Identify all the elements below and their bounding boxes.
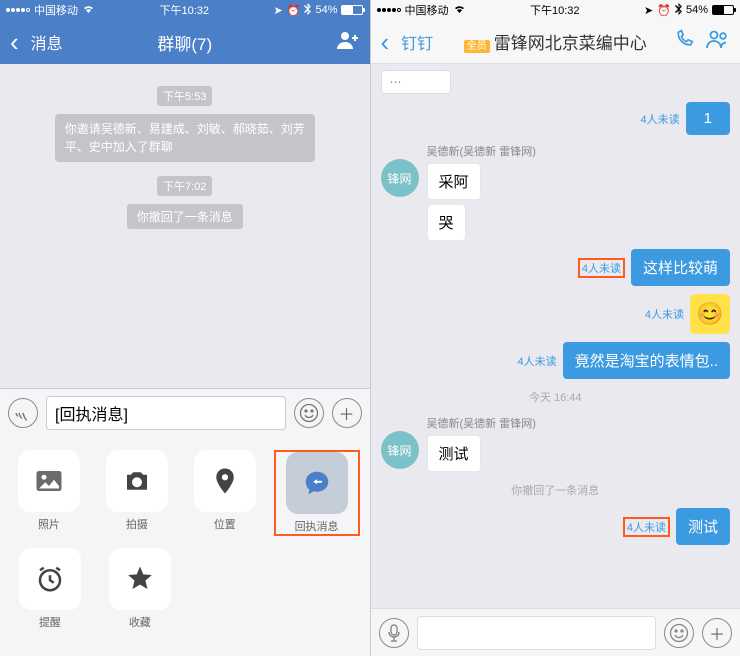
out-message[interactable]: 1 [686,102,730,135]
attach-photo[interactable]: 照片 [10,450,88,536]
out-message[interactable]: 测试 [676,508,730,545]
voice-input-button[interactable] [8,398,38,428]
back-button[interactable]: ‹ 钉钉 [381,29,441,55]
signal-dots-icon [6,8,30,12]
avatar[interactable]: 锋网 [381,159,419,197]
status-bar: 中国移动 下午10:32 ➤ ⏰ 54% [371,0,740,20]
nav-bar: ‹ 消息 群聊(7) [0,20,370,64]
timestamp: 下午7:02 [157,176,212,196]
location-pin-icon [210,466,240,496]
battery-pct-label: 54% [686,4,708,16]
attachment-panel: 照片 拍摄 位置 回执消息 提醒 收藏 . [0,436,370,656]
nav-bar: ‹ 钉钉 全员雷锋网北京菜编中心 [371,20,740,64]
sender-name: 吴德新(吴德新 雷锋网) [427,415,536,431]
signal-dots-icon [377,8,401,12]
attach-reminder[interactable]: 提醒 [10,548,90,630]
attach-receipt[interactable]: 回执消息 [274,450,360,536]
carrier-label: 中国移动 [34,2,78,18]
bluetooth-icon [675,3,682,18]
sender-name: 吴德新(吴德新 雷锋网) [427,143,536,159]
attach-button[interactable]: ＋ [702,618,732,648]
timestamp: 今天 16:44 [381,389,731,405]
sticker[interactable]: 😊 [690,294,730,334]
recall-message: 你撤回了一条消息 [381,482,731,498]
alarm-icon: ⏰ [287,4,301,17]
chat-title: 群聊(7) [157,30,212,55]
unread-label[interactable]: 4人未读 [645,306,684,322]
wifi-icon [453,4,466,17]
attach-camera[interactable]: 拍摄 [98,450,176,536]
wifi-icon [82,4,95,17]
star-icon [125,564,155,594]
battery-pct-label: 54% [315,4,337,16]
photo-icon [34,466,64,496]
clock-label: 下午10:32 [160,2,210,18]
chat-title: 全员雷锋网北京菜编中心 [464,29,647,54]
input-toolbar: ＋ [371,608,740,656]
chevron-left-icon: ‹ [10,29,19,55]
timestamp: 下午5:53 [157,86,212,106]
attach-button[interactable]: ＋ [332,398,362,428]
emoji-button[interactable] [664,618,694,648]
all-badge: 全员 [464,40,490,53]
avatar[interactable]: 锋网 [381,431,419,469]
carrier-label: 中国移动 [405,2,449,18]
unread-label[interactable]: 4人未读 [578,258,625,278]
call-button[interactable] [674,29,694,54]
back-label: 钉钉 [401,30,433,54]
message-input[interactable] [417,616,657,650]
in-message[interactable]: 哭 [427,204,466,241]
clock-label: 下午10:32 [530,2,580,18]
add-member-icon[interactable] [336,30,360,55]
emoji-button[interactable] [294,398,324,428]
alarm-icon: ⏰ [657,4,671,17]
battery-icon [341,5,363,15]
location-arrow-icon: ➤ [274,4,283,17]
voice-input-button[interactable] [379,618,409,648]
unread-label[interactable]: 4人未读 [623,517,670,537]
partial-bubble: ⋯ [381,70,451,94]
chat-scroll[interactable]: ⋯ 4人未读 1 锋网 吴德新(吴德新 雷锋网) 采阿 哭 4人未读 这样比较萌… [371,64,740,608]
camera-icon [122,466,152,496]
in-message[interactable]: 测试 [427,435,481,472]
attach-location[interactable]: 位置 [186,450,264,536]
unread-label[interactable]: 4人未读 [641,111,680,127]
recall-message: 你撤回了一条消息 [127,204,243,229]
unread-label[interactable]: 4人未读 [518,353,557,369]
system-message: 你邀请吴德新、易建成、刘敏、郝晓茹、刘芳平、史中加入了群聊 [55,114,315,162]
battery-icon [712,5,734,15]
location-arrow-icon: ➤ [644,4,653,17]
attach-favorite[interactable]: 收藏 [100,548,180,630]
status-bar: 中国移动 下午10:32 ➤ ⏰ 54% [0,0,370,20]
back-button[interactable]: ‹ 消息 [10,29,70,55]
input-toolbar: [回执消息] ＋ [0,388,370,436]
receipt-bubble-icon [302,468,332,498]
back-label: 消息 [31,30,63,54]
members-button[interactable] [706,29,730,54]
chevron-left-icon: ‹ [381,29,390,55]
input-text: [回执消息] [55,401,128,425]
message-input[interactable]: [回执消息] [46,396,286,430]
out-message[interactable]: 这样比较萌 [631,249,730,286]
chat-scroll[interactable]: 下午5:53 你邀请吴德新、易建成、刘敏、郝晓茹、刘芳平、史中加入了群聊 下午7… [0,64,370,388]
out-message[interactable]: 竟然是淘宝的表情包.. [563,342,730,379]
in-message[interactable]: 采阿 [427,163,481,200]
bluetooth-icon [304,3,311,18]
alarm-clock-icon [35,564,65,594]
